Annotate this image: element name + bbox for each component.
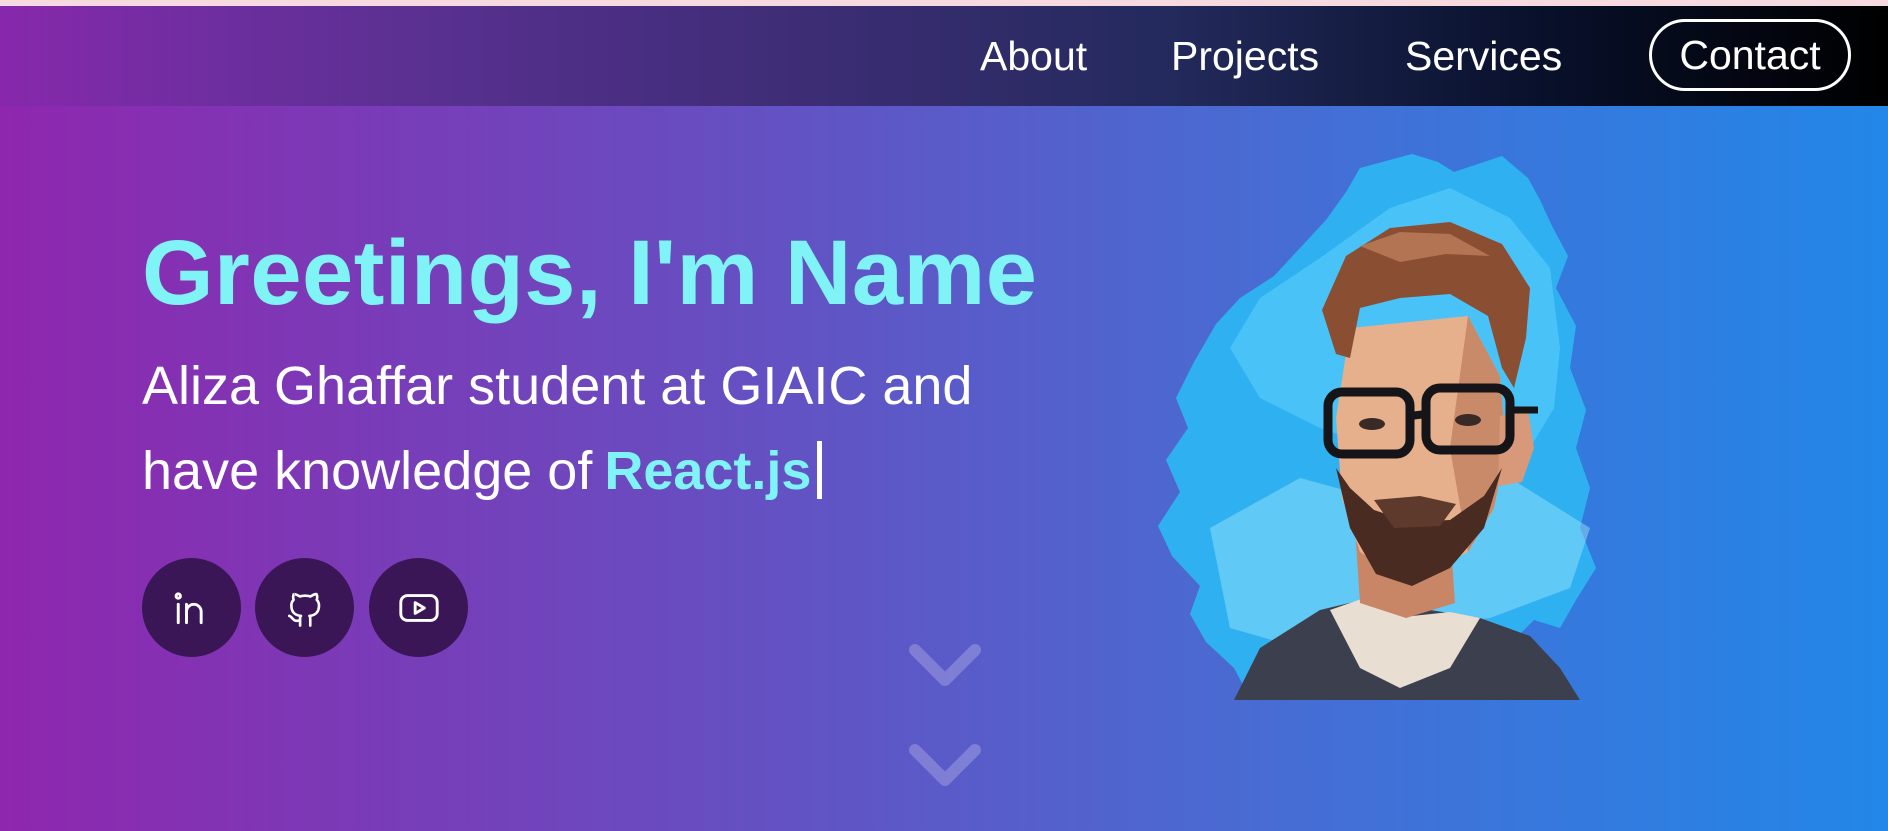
chevron-down-icon [909,744,981,786]
youtube-icon [398,593,439,622]
typed-skill: React.js [604,441,812,501]
intro-line-1: Aliza Ghaffar student at GIAIC and [142,356,973,416]
nav-link-services[interactable]: Services [1405,32,1562,80]
github-button[interactable] [255,558,354,657]
intro-line-2: have knowledge of React.js [142,439,823,503]
nav-link-about[interactable]: About [980,32,1087,80]
youtube-button[interactable] [369,558,468,657]
nav-link-projects[interactable]: Projects [1171,32,1319,80]
linkedin-button[interactable] [142,558,241,657]
contact-button[interactable]: Contact [1649,19,1851,91]
chevron-down-icon [909,644,981,686]
linkedin-icon [174,591,203,624]
avatar [1158,154,1596,700]
github-icon [287,592,320,627]
typing-caret [817,441,823,499]
hero-headline: Greetings, I'm Name [142,222,1038,324]
navbar: About Projects Services Contact [0,6,1888,106]
intro-line-2-text: have knowledge of [142,441,593,501]
